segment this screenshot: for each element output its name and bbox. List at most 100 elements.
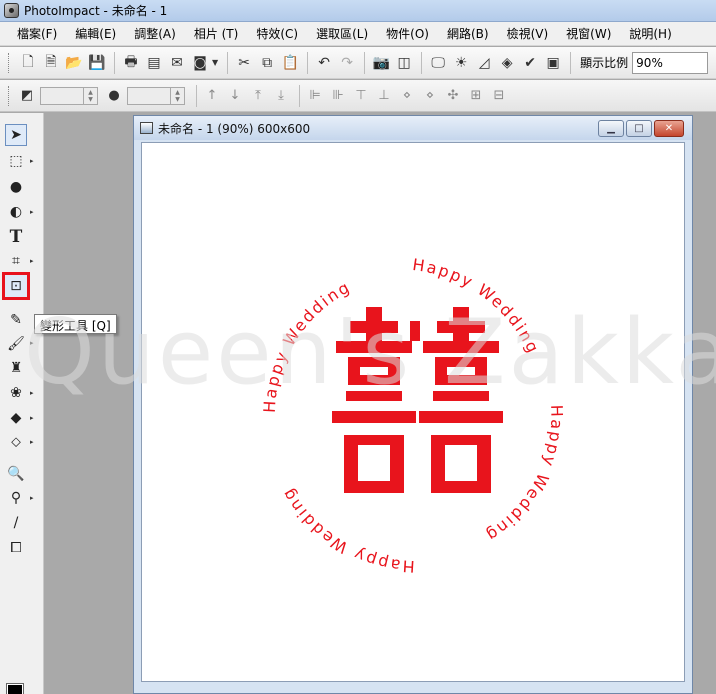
camera-icon[interactable]: 📷 bbox=[370, 52, 392, 74]
toolbar-separator bbox=[307, 51, 309, 74]
menu-adjust[interactable]: 調整(A) bbox=[125, 25, 185, 42]
minimize-button[interactable]: ▁ bbox=[598, 120, 624, 137]
zoom-input[interactable]: 90% bbox=[632, 51, 709, 74]
path-tool-icon[interactable]: ◐ bbox=[5, 201, 27, 223]
print-icon[interactable]: 🖶 bbox=[120, 52, 142, 74]
transform-tool-icon[interactable]: ⊡ bbox=[2, 272, 30, 300]
brightness-icon[interactable]: ☀ bbox=[450, 52, 472, 74]
paint-tool-icon[interactable]: 🖌 bbox=[5, 333, 27, 355]
pen-tool-icon[interactable]: / bbox=[5, 512, 27, 534]
move-up-icon[interactable]: ↑ bbox=[202, 86, 222, 106]
bucket-tool-icon[interactable]: ● bbox=[5, 176, 27, 198]
scanner-icon[interactable]: ◙ bbox=[189, 52, 211, 74]
distribute-v-icon[interactable]: ⋄ bbox=[420, 86, 440, 106]
menu-window[interactable]: 視窗(W) bbox=[557, 25, 620, 42]
clone-tool-icon[interactable]: ❀ bbox=[5, 382, 27, 404]
redo-icon[interactable]: ↷ bbox=[336, 52, 358, 74]
toolbar-separator bbox=[114, 51, 115, 74]
center-icon[interactable]: ✣ bbox=[443, 86, 463, 106]
menu-view[interactable]: 檢視(V) bbox=[498, 25, 558, 42]
menu-file[interactable]: 檔案(F) bbox=[8, 25, 66, 42]
zoom-tool-icon[interactable]: 🔍 bbox=[5, 463, 27, 485]
move-top-icon[interactable]: ⤒ bbox=[248, 86, 268, 106]
tool-dropdown-icon[interactable]: ▸ bbox=[30, 438, 34, 446]
spin-arrows-icon[interactable]: ▲ ▼ bbox=[170, 87, 184, 104]
glyph-stroke bbox=[431, 481, 491, 493]
mail-icon[interactable]: ✉ bbox=[166, 52, 188, 74]
eraser-tool-icon[interactable]: ◆ bbox=[5, 407, 27, 429]
menu-photo[interactable]: 相片 (T) bbox=[185, 25, 248, 42]
tool-dropdown-icon[interactable]: ▸ bbox=[30, 494, 34, 502]
copy-icon[interactable]: ⧉ bbox=[256, 52, 278, 74]
preview-icon[interactable]: ▣ bbox=[542, 52, 564, 74]
new-from-template-icon[interactable]: 🗎 bbox=[40, 52, 62, 74]
menu-selection[interactable]: 選取區(L) bbox=[307, 25, 377, 42]
curve-icon[interactable]: ◿ bbox=[473, 52, 495, 74]
capture-icon[interactable]: ◫ bbox=[393, 52, 415, 74]
same-height-icon[interactable]: ⊟ bbox=[489, 86, 509, 106]
document-window[interactable]: 未命名 - 1 (90%) 600x600 ▁ □ ✕ Happy Weddin… bbox=[133, 115, 693, 694]
zoom-label: 顯示比例 bbox=[580, 56, 629, 70]
distribute-h-icon[interactable]: ⋄ bbox=[397, 86, 417, 106]
align-top-icon[interactable]: ⊤ bbox=[351, 86, 371, 106]
object-tool-icon[interactable]: ⧠ bbox=[5, 537, 27, 559]
tool-dropdown-icon[interactable]: ▸ bbox=[30, 339, 34, 347]
retouch-tool-icon[interactable]: ✎ bbox=[5, 309, 27, 331]
menu-object[interactable]: 物件(O) bbox=[377, 25, 438, 42]
spin-arrows-icon[interactable]: ▲ ▼ bbox=[83, 87, 97, 104]
color-icon[interactable]: ◈ bbox=[496, 52, 518, 74]
shadow-icon[interactable]: ◩ bbox=[17, 86, 37, 106]
selection-tool-icon[interactable]: ⬚ bbox=[5, 150, 27, 172]
auto-process-icon[interactable]: ✔ bbox=[519, 52, 541, 74]
move-bottom-icon[interactable]: ⤓ bbox=[271, 86, 291, 106]
toolbar-grip[interactable] bbox=[8, 52, 11, 73]
tool-dropdown-icon[interactable]: ▸ bbox=[30, 257, 34, 265]
close-button[interactable]: ✕ bbox=[654, 120, 684, 137]
foreground-color-swatch[interactable] bbox=[6, 683, 24, 694]
scanner-dropdown-icon[interactable]: ▼ bbox=[212, 58, 218, 67]
toolbar-separator bbox=[299, 84, 300, 107]
document-titlebar[interactable]: 未命名 - 1 (90%) 600x600 ▁ □ ✕ bbox=[134, 116, 692, 140]
print-preview-icon[interactable]: ▤ bbox=[143, 52, 165, 74]
same-size-icon[interactable]: ⊞ bbox=[466, 86, 486, 106]
menu-effect[interactable]: 特效(C) bbox=[247, 25, 307, 42]
cut-icon[interactable]: ✂ bbox=[233, 52, 255, 74]
fill-tool-icon[interactable]: ⬦ bbox=[5, 431, 27, 453]
eyedropper-tool-icon[interactable]: ⚲ bbox=[5, 487, 27, 509]
soft-edge-spinbox[interactable]: ▲ ▼ bbox=[127, 86, 185, 105]
glyph-stroke bbox=[435, 375, 487, 385]
align-middle-icon[interactable]: ⊥ bbox=[374, 86, 394, 106]
tool-dropdown-icon[interactable]: ▸ bbox=[30, 208, 34, 216]
toolbar-separator bbox=[570, 51, 572, 74]
align-center-icon[interactable]: ⊪ bbox=[328, 86, 348, 106]
glyph-stroke bbox=[346, 391, 402, 401]
width-spinbox[interactable]: ▲ ▼ bbox=[40, 86, 98, 105]
menu-edit[interactable]: 編輯(E) bbox=[66, 25, 125, 42]
undo-icon[interactable]: ↶ bbox=[313, 52, 335, 74]
move-down-icon[interactable]: ↓ bbox=[225, 86, 245, 106]
soft-edge-icon[interactable]: ● bbox=[104, 86, 124, 106]
tool-tooltip: 變形工具 [Q] bbox=[34, 314, 117, 334]
text-tool-icon[interactable]: T bbox=[5, 226, 27, 248]
attribute-toolbar: ◩ ▲ ▼ ● ▲ ▼ ↑ ↓ ⤒ ⤓ ⊫ ⊪ ⊤ ⊥ ⋄ ⋄ ✣ ⊞ ⊟ bbox=[0, 80, 716, 112]
align-left-icon[interactable]: ⊫ bbox=[305, 86, 325, 106]
tool-dropdown-icon[interactable]: ▸ bbox=[30, 389, 34, 397]
tool-dropdown-icon[interactable]: ▸ bbox=[30, 157, 34, 165]
photoimpact-app-icon[interactable] bbox=[4, 3, 19, 18]
crop-tool-icon[interactable]: ⌗ bbox=[5, 250, 27, 272]
monitor-icon[interactable]: 🖵 bbox=[427, 52, 449, 74]
new-file-icon[interactable]: 🗋 bbox=[17, 52, 39, 74]
menu-help[interactable]: 說明(H) bbox=[620, 25, 680, 42]
maximize-button[interactable]: □ bbox=[626, 120, 652, 137]
image-canvas[interactable]: Happy Wedding Happy Wedding Happy Weddin… bbox=[141, 142, 685, 682]
tool-dropdown-icon[interactable]: ▸ bbox=[30, 414, 34, 422]
stamp-tool-icon[interactable]: ♜ bbox=[5, 357, 27, 379]
ring-text-3: Happy Wedding bbox=[482, 404, 567, 546]
toolbar-grip[interactable] bbox=[8, 85, 11, 106]
menu-web[interactable]: 網路(B) bbox=[438, 25, 498, 42]
save-icon[interactable]: 💾 bbox=[86, 52, 108, 74]
paste-icon[interactable]: 📋 bbox=[279, 52, 301, 74]
pick-tool-icon[interactable]: ➤ bbox=[5, 124, 27, 146]
open-file-icon[interactable]: 📂 bbox=[63, 52, 85, 74]
glyph-stroke bbox=[348, 375, 400, 385]
